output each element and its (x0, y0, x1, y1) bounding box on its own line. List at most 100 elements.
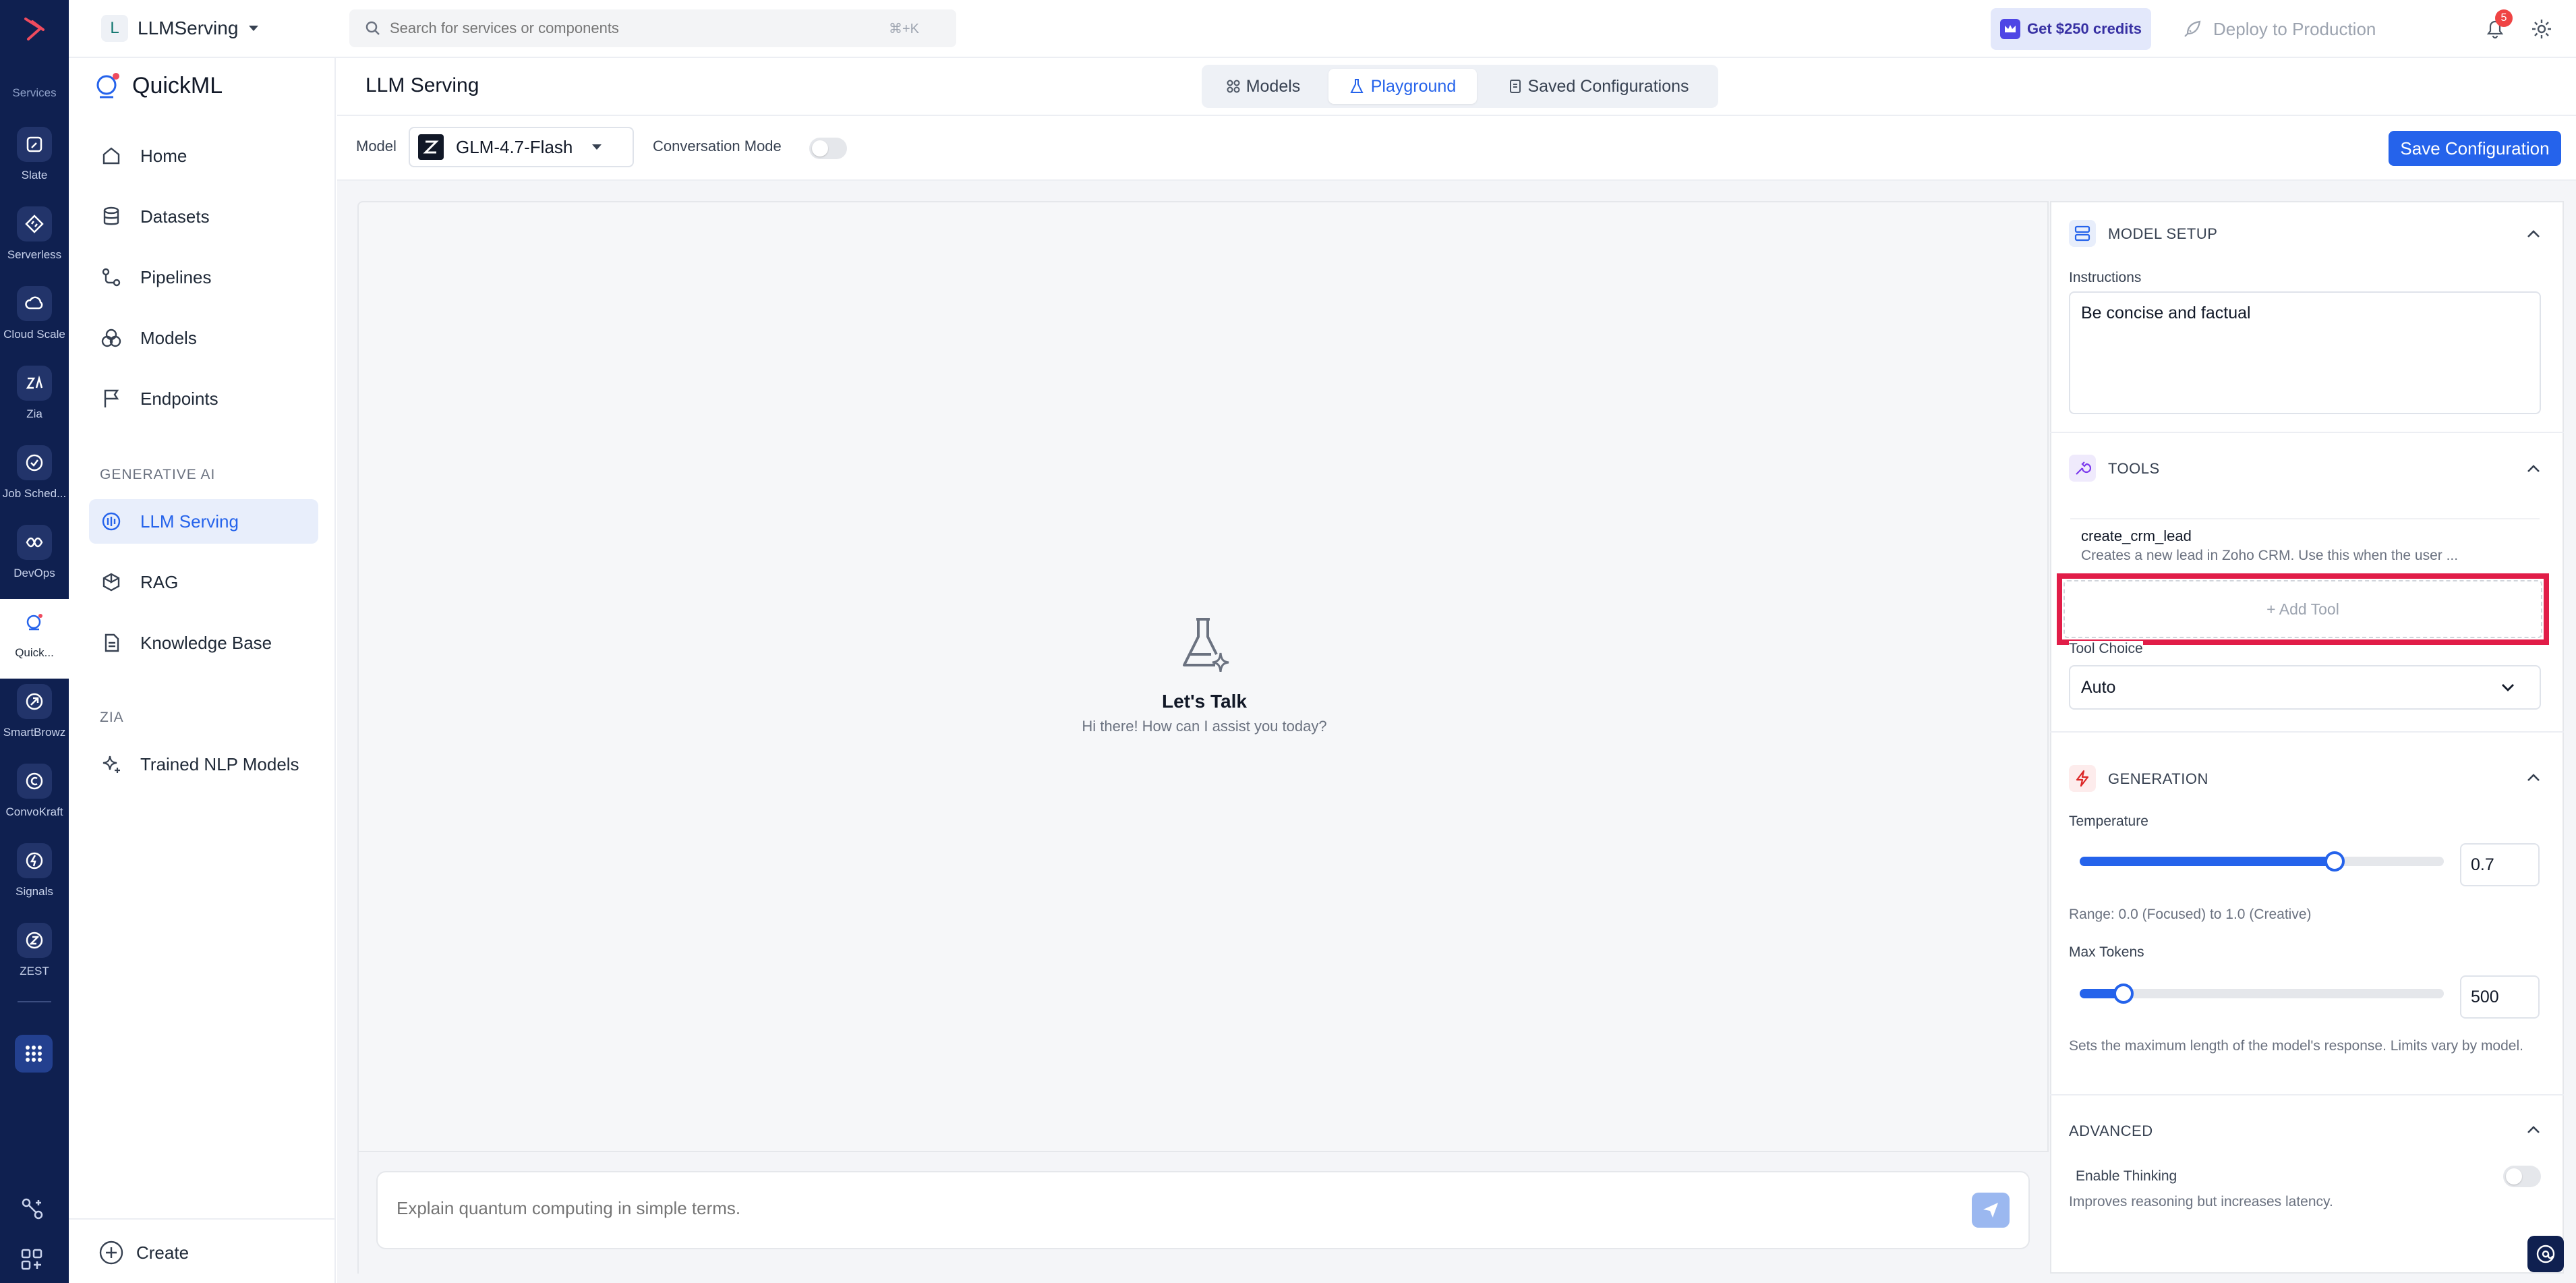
grid-icon (1226, 79, 1241, 94)
enable-thinking-toggle[interactable] (2503, 1166, 2541, 1187)
crown-icon (2000, 19, 2020, 39)
zest-icon (17, 923, 52, 958)
save-configuration-button[interactable]: Save Configuration (2389, 131, 2561, 166)
server-icon (2069, 220, 2096, 247)
support-chat-button[interactable] (2527, 1236, 2564, 1272)
chevron-up-icon[interactable] (2525, 460, 2542, 478)
notification-badge: 5 (2495, 9, 2513, 27)
chevron-up-icon[interactable] (2525, 1121, 2542, 1139)
flask-sparkle-icon (1177, 617, 1231, 672)
get-credits-button[interactable]: Get $250 credits (1991, 8, 2151, 50)
max-tokens-hint: Sets the maximum length of the model's r… (2069, 1038, 2523, 1054)
project-switcher[interactable]: L LLMServing (101, 12, 260, 45)
flag-icon (100, 387, 123, 410)
rail-item-zest[interactable]: ZEST (0, 917, 69, 997)
convokraft-icon (17, 764, 52, 799)
page-title: LLM Serving (365, 74, 479, 96)
empty-state-subtitle: Hi there! How can I assist you today? (1082, 718, 1327, 735)
app-brand: QuickML (92, 70, 223, 101)
service-rail: Services Slate Serverless Cloud Scale Zi… (0, 0, 69, 1283)
sidebar-item-llm-serving[interactable]: LLM Serving (89, 499, 318, 544)
integrations-icon[interactable] (20, 1197, 45, 1221)
rail-item-quickml[interactable]: Quick... (0, 599, 69, 679)
max-tokens-slider-thumb[interactable] (2113, 983, 2134, 1004)
max-tokens-input[interactable]: 500 (2460, 975, 2540, 1019)
app-sidebar: QuickML Home Datasets Pipelines Models E… (69, 58, 336, 1283)
model-select[interactable]: GLM-4.7-Flash (409, 127, 634, 167)
sidebar-item-knowledge-base[interactable]: Knowledge Base (89, 621, 318, 665)
chevron-down-icon (2499, 679, 2517, 696)
rail-item-devops[interactable]: DevOps (0, 519, 69, 599)
sidebar-item-datasets[interactable]: Datasets (89, 194, 318, 239)
tool-choice-select[interactable]: Auto (2069, 665, 2541, 710)
sidebar-item-home[interactable]: Home (89, 134, 318, 178)
instructions-textarea[interactable]: Be concise and factual (2069, 291, 2541, 414)
search-bar[interactable]: ⌘+K (349, 9, 956, 47)
app-name: QuickML (132, 72, 223, 98)
wrench-icon (2069, 455, 2096, 482)
quickml-logo-icon (92, 70, 123, 101)
gear-icon[interactable] (2530, 18, 2553, 40)
rail-divider (18, 1001, 51, 1002)
max-tokens-slider[interactable] (2080, 983, 2444, 1004)
home-icon (100, 144, 123, 167)
rail-item-signals[interactable]: Signals (0, 838, 69, 917)
model-label: Model (356, 138, 397, 154)
tab-models[interactable]: Models (1208, 70, 1318, 103)
add-tool-button[interactable]: + Add Tool (2063, 580, 2542, 638)
panel-divider (2050, 1094, 2564, 1095)
rail-item-job-scheduler[interactable]: Job Sched... (0, 440, 69, 519)
top-bar: L LLMServing ⌘+K Get $250 credits Deploy… (69, 0, 2576, 58)
model-toolbar: Model GLM-4.7-Flash Conversation Mode Sa… (337, 116, 2576, 181)
sidebar-item-pipelines[interactable]: Pipelines (89, 255, 318, 300)
send-icon (1981, 1200, 2001, 1220)
rail-item-zia[interactable]: Zia (0, 360, 69, 440)
tab-saved-configurations[interactable]: Saved Configurations (1488, 70, 1710, 103)
database-icon (100, 205, 123, 228)
search-icon (365, 21, 380, 36)
create-button[interactable]: Create (98, 1240, 189, 1265)
rail-item-serverless[interactable]: Serverless (0, 201, 69, 281)
rail-item-convokraft[interactable]: ConvoKraft (0, 758, 69, 838)
section-advanced-title: ADVANCED (2069, 1122, 2153, 1139)
rail-item-slate[interactable]: Slate (0, 121, 69, 201)
project-name: LLMServing (138, 18, 239, 38)
rail-item-smartbrowz[interactable]: SmartBrowz (0, 679, 69, 758)
saved-doc-icon (1509, 78, 1522, 94)
sidebar-item-models[interactable]: Models (89, 316, 318, 360)
quickml-icon (17, 604, 52, 639)
instructions-label: Instructions (2069, 270, 2142, 285)
model-select-value: GLM-4.7-Flash (456, 136, 573, 157)
sidebar-item-rag[interactable]: RAG (89, 560, 318, 604)
deploy-to-production-button[interactable]: Deploy to Production (2182, 13, 2376, 45)
tool-item[interactable]: create_crm_lead Creates a new lead in Zo… (2070, 518, 2540, 569)
chat-input[interactable] (397, 1198, 1934, 1219)
tab-playground[interactable]: Playground (1328, 69, 1477, 104)
zia-icon (17, 366, 52, 401)
search-input[interactable] (390, 20, 889, 37)
sidebar-item-endpoints[interactable]: Endpoints (89, 376, 318, 421)
chat-input-box (376, 1171, 2030, 1249)
apps-icon[interactable] (20, 1248, 43, 1271)
temperature-input[interactable]: 0.7 (2460, 843, 2540, 886)
chat-support-icon (2535, 1243, 2556, 1265)
conversation-mode-toggle[interactable] (809, 138, 847, 159)
send-button[interactable] (1972, 1193, 2010, 1228)
bell-icon[interactable]: 5 (2483, 9, 2513, 40)
pipeline-icon (100, 266, 123, 289)
chevron-up-icon[interactable] (2525, 769, 2542, 787)
rail-item-cloud-scale[interactable]: Cloud Scale (0, 281, 69, 360)
search-shortcut: ⌘+K (889, 21, 920, 36)
panel-divider (2050, 432, 2564, 433)
document-icon (100, 631, 123, 654)
job-scheduler-icon (17, 445, 52, 480)
sidebar-divider (69, 1218, 336, 1220)
chevron-up-icon[interactable] (2525, 225, 2542, 243)
all-services-grid-icon[interactable] (15, 1035, 53, 1073)
sidebar-item-trained-nlp-models[interactable]: Trained NLP Models (89, 742, 318, 787)
temperature-slider[interactable] (2080, 851, 2444, 872)
temperature-hint: Range: 0.0 (Focused) to 1.0 (Creative) (2069, 907, 2312, 922)
catalyst-logo[interactable] (20, 15, 49, 43)
section-title-generative-ai: GENERATIVE AI (100, 467, 216, 482)
temperature-slider-thumb[interactable] (2324, 851, 2345, 872)
